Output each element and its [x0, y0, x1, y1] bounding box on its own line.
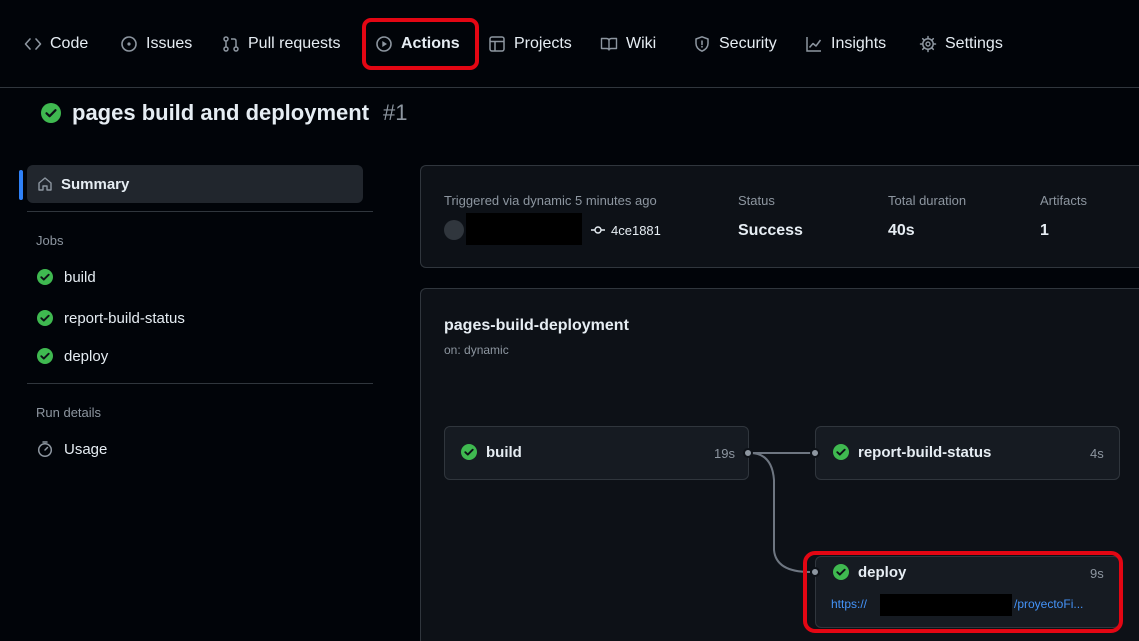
sidebar-job-report-build-status[interactable]: report-build-status: [36, 307, 185, 329]
git-pull-request-icon: [222, 35, 240, 53]
sidebar-item-label: report-build-status: [64, 309, 185, 327]
table-icon: [488, 35, 506, 53]
nav-tab-wiki[interactable]: Wiki: [600, 33, 656, 55]
sidebar-item-usage[interactable]: Usage: [36, 438, 107, 460]
job-duration: 19s: [714, 446, 735, 461]
nav-tab-label: Code: [50, 35, 89, 52]
run-details-heading: Run details: [36, 405, 102, 420]
run-number: #1: [383, 100, 408, 125]
nav-tab-insights[interactable]: Insights: [805, 33, 886, 55]
artifacts-value[interactable]: 1: [1040, 222, 1049, 240]
check-circle-fill-icon: [36, 268, 54, 286]
job-duration: 4s: [1090, 446, 1104, 461]
nav-tab-label: Security: [719, 35, 777, 52]
actions-tab-highlight: [362, 18, 479, 70]
actions-run-page: Code Issues Pull requests Actions Projec…: [0, 0, 1139, 641]
page-title: pages build and deployment #1: [40, 98, 408, 128]
job-node-title: build: [460, 443, 522, 461]
check-circle-fill-icon: [40, 102, 62, 124]
issue-opened-icon: [120, 35, 138, 53]
stopwatch-icon: [36, 440, 54, 458]
book-icon: [600, 35, 618, 53]
check-circle-fill-icon: [832, 443, 850, 461]
active-indicator: [19, 170, 23, 200]
duration-label: Total duration: [888, 193, 967, 208]
repo-nav: Code Issues Pull requests Actions Projec…: [0, 0, 1139, 88]
deploy-job-highlight: [803, 551, 1123, 633]
git-commit-icon: [591, 225, 605, 235]
sidebar-job-deploy[interactable]: deploy: [36, 345, 108, 367]
trigger-label: Triggered via dynamic 5 minutes ago: [444, 193, 657, 208]
graph-icon: [805, 35, 823, 53]
check-circle-fill-icon: [36, 347, 54, 365]
connector-dot: [810, 448, 820, 458]
nav-tab-pull-requests[interactable]: Pull requests: [222, 33, 341, 55]
sidebar-item-label: Summary: [61, 175, 130, 193]
nav-tab-label: Issues: [146, 35, 193, 52]
commit-sha: 4ce1881: [611, 222, 661, 238]
sidebar-divider: [27, 383, 373, 384]
artifacts-label: Artifacts: [1040, 193, 1087, 208]
avatar[interactable]: [444, 220, 464, 240]
job-node-title: report-build-status: [832, 443, 991, 461]
job-node-label: build: [486, 443, 522, 461]
redacted-username: [466, 213, 582, 245]
sidebar-item-label: deploy: [64, 347, 109, 365]
job-node-label: report-build-status: [858, 443, 992, 461]
sidebar-divider: [27, 211, 373, 212]
duration-value: 40s: [888, 222, 915, 239]
check-circle-fill-icon: [460, 443, 478, 461]
sidebar-item-label: build: [64, 268, 96, 286]
run-title-text: pages build and deployment: [72, 100, 370, 125]
gear-icon: [919, 35, 937, 53]
code-icon: [24, 35, 42, 53]
nav-tab-label: Settings: [945, 35, 1003, 52]
nav-tab-issues[interactable]: Issues: [120, 33, 192, 55]
jobs-heading: Jobs: [36, 233, 64, 248]
status-label: Status: [738, 193, 775, 208]
nav-tab-label: Insights: [831, 35, 887, 52]
nav-tab-label: Projects: [514, 35, 572, 52]
home-icon: [37, 176, 53, 192]
check-circle-fill-icon: [36, 309, 54, 327]
sidebar-item-summary[interactable]: Summary: [27, 165, 363, 203]
nav-tab-settings[interactable]: Settings: [919, 33, 1003, 55]
commit-link[interactable]: 4ce1881: [591, 221, 661, 239]
workflow-name: pages-build-deployment: [444, 317, 629, 334]
sidebar-job-build[interactable]: build: [36, 266, 96, 288]
nav-tab-projects[interactable]: Projects: [488, 33, 572, 55]
sidebar-item-label: Usage: [64, 440, 108, 458]
status-value: Success: [738, 222, 803, 239]
nav-tab-label: Wiki: [626, 35, 657, 52]
nav-tab-code[interactable]: Code: [24, 33, 88, 55]
shield-icon: [693, 35, 711, 53]
workflow-trigger: on: dynamic: [444, 343, 509, 357]
nav-tab-security[interactable]: Security: [693, 33, 777, 55]
connector-dot: [743, 448, 753, 458]
nav-tab-label: Pull requests: [248, 35, 341, 52]
